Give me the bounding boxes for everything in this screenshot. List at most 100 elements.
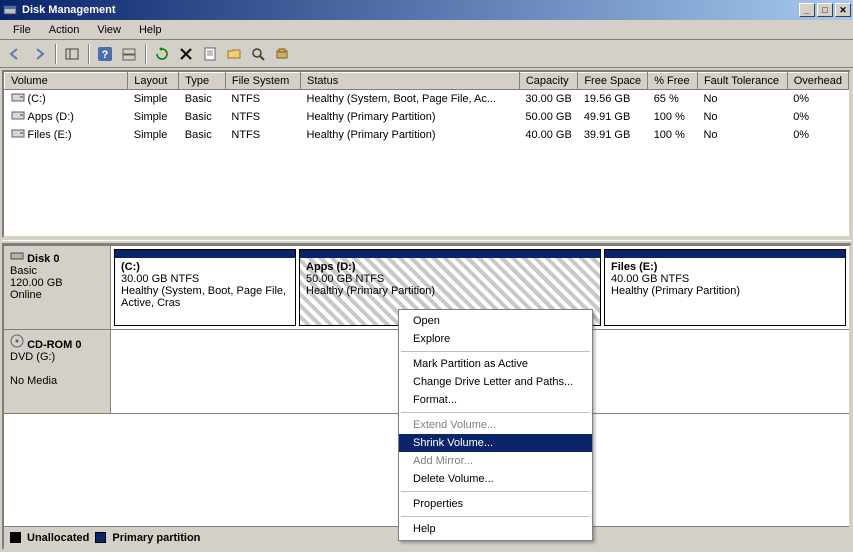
app-icon [2,2,18,18]
menu-view[interactable]: View [90,22,128,38]
part-status: Healthy (Primary Partition) [611,285,839,297]
disk-state: Online [10,289,42,301]
col-type[interactable]: Type [179,73,226,90]
cell-overhead: 0% [787,126,848,144]
drive-icon [11,128,25,142]
legend-swatch-unallocated [10,532,21,543]
cell-free: 39.91 GB [578,126,648,144]
disk-header[interactable]: Disk 0 Basic 120.00 GB Online [4,246,111,329]
part-size: 50.00 GB NTFS [306,273,594,285]
pane-button[interactable] [61,43,83,65]
col-overhead[interactable]: Overhead [787,73,848,90]
cdrom-state: No Media [10,375,57,387]
layout-button[interactable] [118,43,140,65]
part-status: Healthy (Primary Partition) [306,285,594,297]
part-name: Apps (D:) [306,261,594,273]
volume-name: (C:) [28,93,46,105]
ctx-add-mirror: Add Mirror... [399,452,592,470]
part-name: Files (E:) [611,261,839,273]
partition-e[interactable]: Files (E:) 40.00 GB NTFS Healthy (Primar… [604,249,846,326]
legend-unallocated: Unallocated [27,532,89,544]
volume-table: Volume Layout Type File System Status Ca… [4,72,849,144]
cell-overhead: 0% [787,90,848,109]
col-capacity[interactable]: Capacity [519,73,577,90]
menu-action[interactable]: Action [42,22,87,38]
menu-file[interactable]: File [6,22,38,38]
refresh-button[interactable] [151,43,173,65]
ctx-properties[interactable]: Properties [399,495,592,513]
ctx-extend-volume: Extend Volume... [399,416,592,434]
part-size: 40.00 GB NTFS [611,273,839,285]
ctx-delete-volume[interactable]: Delete Volume... [399,470,592,488]
table-row[interactable]: Files (E:)SimpleBasicNTFSHealthy (Primar… [5,126,849,144]
cell-pct: 100 % [648,126,698,144]
volume-name: Apps (D:) [28,111,74,123]
drive-icon [11,92,25,106]
ctx-mark-active[interactable]: Mark Partition as Active [399,355,592,373]
partition-c[interactable]: (C:) 30.00 GB NTFS Healthy (System, Boot… [114,249,296,326]
cell-free: 49.91 GB [578,108,648,126]
menu-bar: File Action View Help [0,20,853,40]
disk-size: 120.00 GB [10,277,63,289]
disk-title: Disk 0 [27,253,59,265]
ctx-shrink-volume[interactable]: Shrink Volume... [399,434,592,452]
find-icon[interactable] [247,43,269,65]
volume-name: Files (E:) [28,129,72,141]
properties-icon[interactable] [199,43,221,65]
ctx-help[interactable]: Help [399,520,592,538]
ctx-format[interactable]: Format... [399,391,592,409]
cell-fs: NTFS [225,90,300,109]
table-row[interactable]: Apps (D:)SimpleBasicNTFSHealthy (Primary… [5,108,849,126]
col-pctfree[interactable]: % Free [648,73,698,90]
ctx-change-letter[interactable]: Change Drive Letter and Paths... [399,373,592,391]
cell-pct: 100 % [648,108,698,126]
drive-icon [11,110,25,124]
ctx-explore[interactable]: Explore [399,330,592,348]
close-button[interactable]: ✕ [835,3,851,17]
part-name: (C:) [121,261,289,273]
col-status[interactable]: Status [301,73,520,90]
volume-list-pane: Volume Layout Type File System Status Ca… [2,70,851,238]
graphical-view-pane: Disk 0 Basic 120.00 GB Online (C:) 30.00… [2,244,851,550]
table-row[interactable]: (C:) SimpleBasicNTFSHealthy (System, Boot… [5,90,849,109]
cell-type: Basic [179,126,226,144]
cell-layout: Simple [128,90,179,109]
disk-icon [10,253,24,265]
cdrom-icon [10,339,24,351]
forward-button[interactable] [28,43,50,65]
cell-capacity: 50.00 GB [519,108,577,126]
col-fault[interactable]: Fault Tolerance [697,73,787,90]
cell-pct: 65 % [648,90,698,109]
cell-type: Basic [179,90,226,109]
cell-free: 19.56 GB [578,90,648,109]
minimize-button[interactable]: _ [799,3,815,17]
context-menu: Open Explore Mark Partition as Active Ch… [398,309,593,541]
legend-primary: Primary partition [112,532,200,544]
open-icon[interactable] [223,43,245,65]
menu-help[interactable]: Help [132,22,169,38]
svg-text:?: ? [102,49,109,61]
col-freespace[interactable]: Free Space [578,73,648,90]
cell-status: Healthy (System, Boot, Page File, Ac... [301,90,520,109]
cell-type: Basic [179,108,226,126]
col-filesystem[interactable]: File System [225,73,300,90]
cell-fs: NTFS [225,108,300,126]
window-title: Disk Management [22,4,799,16]
col-volume[interactable]: Volume [5,73,128,90]
back-button[interactable] [4,43,26,65]
cdrom-drive: DVD (G:) [10,351,55,363]
maximize-button[interactable]: □ [817,3,833,17]
cell-overhead: 0% [787,108,848,126]
cdrom-title: CD-ROM 0 [27,339,81,351]
ctx-open[interactable]: Open [399,312,592,330]
delete-icon[interactable] [175,43,197,65]
settings-icon[interactable] [271,43,293,65]
col-layout[interactable]: Layout [128,73,179,90]
cell-status: Healthy (Primary Partition) [301,108,520,126]
cell-fault: No [697,108,787,126]
help-button[interactable]: ? [94,43,116,65]
cell-capacity: 40.00 GB [519,126,577,144]
part-size: 30.00 GB NTFS [121,273,289,285]
cdrom-header[interactable]: CD-ROM 0 DVD (G:) No Media [4,330,111,413]
legend-swatch-primary [95,532,106,543]
